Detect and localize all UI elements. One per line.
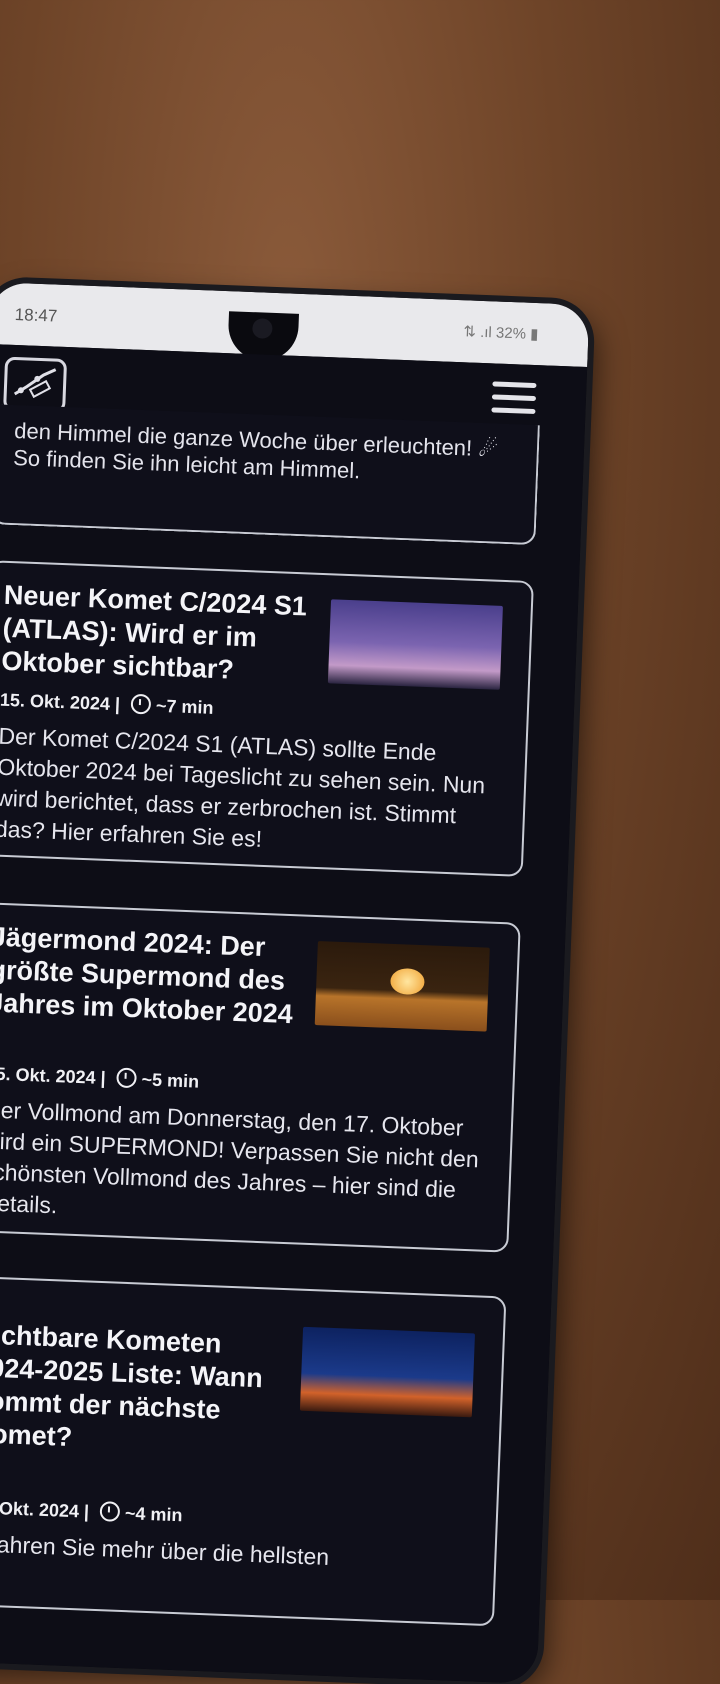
article-meta: 15. Okt. 2024 | ~5 min: [0, 1062, 200, 1092]
article-thumbnail[interactable]: [314, 941, 490, 1032]
article-thumbnail[interactable]: [299, 1326, 475, 1418]
article-card[interactable]: Jägermond 2024: Der größte Supermond des…: [0, 901, 521, 1253]
article-title[interactable]: Sichtbare Kometen 2024-2025 Liste: Wann …: [0, 1318, 296, 1462]
phone-device: 18:47 ⇅ .ıl 32% ▮ den Himmel die ganze W…: [0, 282, 590, 1684]
article-meta: 15. Okt. 2024 | ~7 min: [0, 689, 214, 718]
article-card[interactable]: Neuer Komet C/2024 S1 (ATLAS): Wird er i…: [0, 560, 534, 877]
read-time: ~7 min: [155, 695, 214, 718]
read-time: ~4 min: [124, 1503, 183, 1526]
article-date: 14. Okt. 2024: [0, 1497, 80, 1522]
article-thumbnail[interactable]: [327, 599, 503, 690]
battery-level: 32%: [495, 324, 527, 343]
front-camera: [252, 318, 273, 339]
article-description: Der Vollmond am Donnerstag, den 17. Okto…: [0, 1096, 480, 1219]
status-time: 18:47: [14, 304, 58, 326]
article-date: 15. Okt. 2024: [0, 689, 111, 714]
article-card-partial[interactable]: den Himmel die ganze Woche über erleucht…: [0, 404, 540, 546]
read-time: ~5 min: [141, 1069, 200, 1092]
clock-icon: [130, 693, 152, 715]
article-title[interactable]: Jägermond 2024: Der größte Supermond des…: [0, 921, 311, 1032]
hamburger-menu-icon[interactable]: [491, 381, 537, 423]
article-description: Erfahren Sie mehr über die hellsten: [0, 1530, 330, 1570]
battery-indicator: ⇅ .ıl 32% ▮: [463, 323, 539, 344]
clock-icon: [116, 1067, 138, 1089]
article-meta: 14. Okt. 2024 | ~4 min: [0, 1496, 183, 1526]
article-card[interactable]: Sichtbare Kometen 2024-2025 Liste: Wann …: [0, 1275, 507, 1627]
app-screen: den Himmel die ganze Woche über erleucht…: [0, 343, 588, 1684]
article-date: 15. Okt. 2024: [0, 1063, 96, 1088]
clock-icon: [99, 1501, 121, 1522]
article-excerpt: den Himmel die ganze Woche über erleucht…: [12, 418, 499, 484]
article-title[interactable]: Neuer Komet C/2024 S1 (ATLAS): Wird er i…: [1, 579, 325, 690]
article-description: Der Komet C/2024 S1 (ATLAS) sollte Ende …: [0, 722, 486, 852]
